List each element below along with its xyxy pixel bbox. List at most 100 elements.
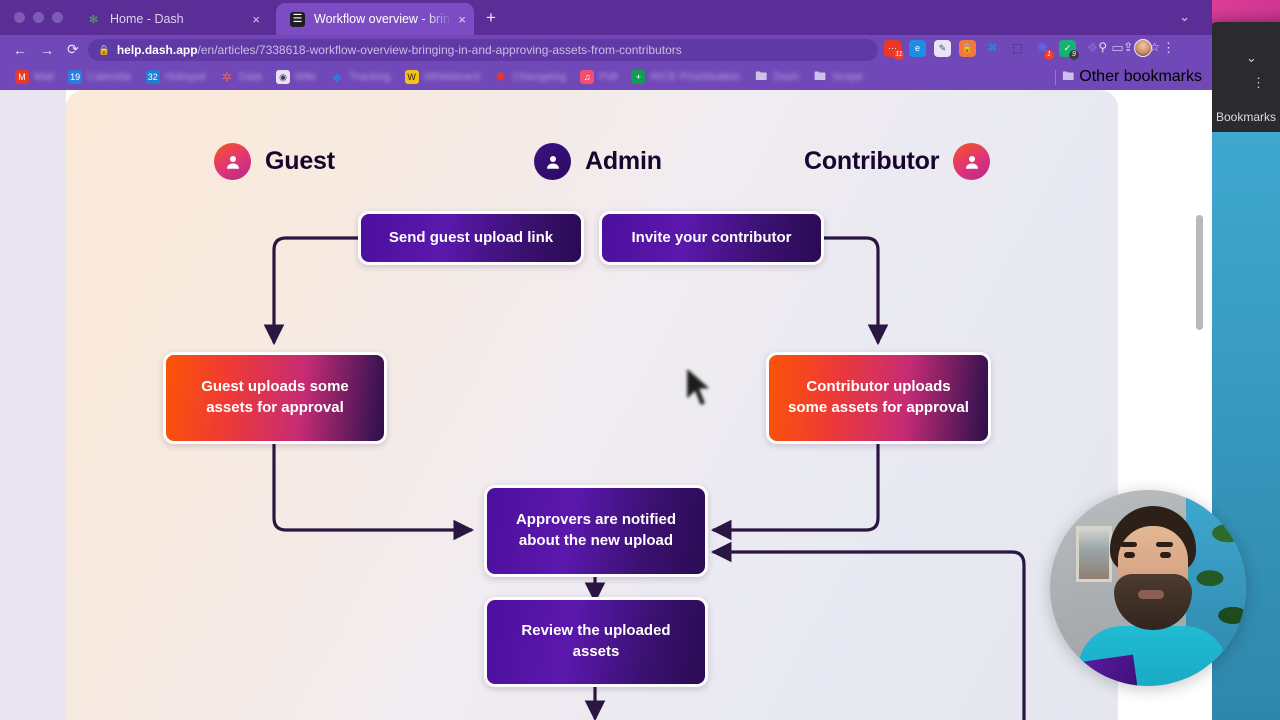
person-avatar-icon [534,143,571,180]
poll-icon: ♫ [580,70,595,84]
divider [1055,69,1057,85]
reload-icon[interactable]: ⟳ [67,41,79,58]
bookmark-item[interactable]: ◆ Tracking [325,68,396,86]
bookmark-item[interactable]: W Whiteboard [400,68,485,86]
window-controls[interactable] [14,12,63,23]
person-avatar-icon [953,143,991,180]
folder-icon: 🖿 [755,68,768,83]
minimize-window-button[interactable] [33,12,44,23]
workflow-diagram: Guest Admin Contributor Send guest uploa… [66,90,1118,720]
role-admin: Admin [534,143,662,180]
close-icon[interactable]: × [252,12,260,27]
chevron-down-icon[interactable]: ⌄ [1179,9,1190,25]
bookmark-label: Hubspot [164,71,206,83]
maximize-window-button[interactable] [52,12,63,23]
tab-strip: ✻ Home - Dash × ☰ Workflow overview - br… [0,0,1212,35]
folder-icon: 🖿 [1062,68,1075,83]
badge-count: 11 [894,49,904,60]
bookmark-item[interactable]: ◉ Wiki [271,68,321,86]
badge-count: 1 [1044,49,1054,60]
role-label: Guest [265,147,335,175]
role-label: Admin [585,147,662,175]
rice-prioritisation-icon: + [631,70,646,84]
bookmark-label: Wiki [295,71,316,83]
node-contributor-uploads-assets[interactable]: Contributor uploads some assets for appr… [766,352,991,444]
bookmark-item[interactable]: 32 Hubspot [141,68,211,86]
presenter-mouth [1138,590,1164,599]
bookmark-label: Changelog [512,71,567,83]
tab-workflow-overview[interactable]: ☰ Workflow overview - bringing i × [276,3,474,35]
node-label: Review the uploaded assets [521,622,671,660]
grammar-x-icon[interactable]: ✖ [984,40,1001,57]
side-panel-icon[interactable]: ▭ [1109,40,1126,57]
profile-avatar[interactable] [1134,39,1152,57]
address-bar[interactable]: 🔒 help.dash.app/en/articles/7338618-work… [88,39,878,61]
lock-icon: 🔒 [98,44,110,56]
bookmark-item[interactable]: + RICE Prioritisation [626,68,745,86]
node-guest-uploads-assets[interactable]: Guest uploads some assets for approval [163,352,387,444]
page-viewport: Guest Admin Contributor Send guest uploa… [0,90,1212,720]
close-window-button[interactable] [14,12,25,23]
bookmark-label: Calendar [87,71,132,83]
chevron-down-icon[interactable]: ⌄ [1246,50,1257,66]
grammarly-check-icon[interactable]: ✓ 9 [1059,39,1079,60]
folder-icon: 🖿 [813,68,826,83]
wiki-icon: ◉ [276,70,291,84]
background-bookmarks-label[interactable]: Bookmarks [1216,110,1276,124]
role-guest: Guest [214,143,335,180]
node-approvers-notified[interactable]: Approvers are notified about the new upl… [484,485,708,577]
close-icon[interactable]: × [458,12,466,27]
mail-icon: M [15,70,29,84]
bookmark-item[interactable]: ♫ Poll [575,68,622,86]
tracking-icon: ◆ [332,70,342,84]
edge-copilot-icon[interactable]: e [909,39,926,57]
bookmark-label: Poll [599,71,618,83]
node-label: Invite your contributor [631,228,792,246]
other-bookmarks[interactable]: 🖿 Other bookmarks [1049,67,1202,88]
password-lock-icon[interactable]: 🔒 [959,39,976,57]
bookmark-folder-scope[interactable]: 🖿 Scope [808,68,868,86]
extensions-puzzle-icon[interactable]: ❖ [1084,40,1101,57]
presenter-eye-right [1160,552,1171,558]
node-label: Contributor uploads some assets for appr… [788,378,969,416]
hubspot-icon: 32 [145,70,160,84]
bookmark-folder-dash[interactable]: 🖿 Dash [749,68,804,86]
url-host: help.dash.app [116,43,198,57]
new-tab-button[interactable]: + [486,9,496,27]
extensions-row: ··· 11 e ✎ 🔒 ✖ ⬚ ❋ 1 ✓ 9 ❖ ▭ ⋮ [884,39,1175,60]
bookmark-label: Dash [773,71,799,83]
forward-icon[interactable]: → [40,42,54,58]
screenshot-crop-icon[interactable]: ⬚ [1009,40,1026,57]
bookmark-item[interactable]: ✲ Data [215,68,267,86]
browser-menu-icon[interactable]: ⋮ [1162,41,1175,54]
kebab-menu-icon[interactable]: ⋮ [1252,76,1265,89]
badge-count: 9 [1069,49,1079,60]
role-contributor: Contributor [804,143,991,180]
role-label: Contributor [804,147,940,175]
bookmark-item[interactable]: 19 Calendar [63,68,137,86]
bookmark-label: Other bookmarks [1079,68,1202,85]
presenter-eye-left [1124,552,1135,558]
bookmark-item[interactable]: ✸ Changelog [489,68,571,86]
todoist-extension-icon[interactable]: ··· 11 [884,39,904,60]
article-illustration: Guest Admin Contributor Send guest uploa… [66,90,1118,720]
page-scrollbar-thumb[interactable] [1196,215,1203,330]
presenter-webcam[interactable] [1050,490,1246,686]
highlighter-pen-icon[interactable]: ✎ [934,39,951,57]
tab-title: Workflow overview - bringing i [314,12,450,26]
node-send-guest-upload-link[interactable]: Send guest upload link [358,211,584,265]
loom-record-icon[interactable]: ❋ 1 [1034,40,1054,60]
bookmark-label: Tracking [348,71,391,83]
node-label: Send guest upload link [388,228,554,246]
bookmark-label: RICE Prioritisation [650,71,741,83]
tab-home-dash[interactable]: ✻ Home - Dash × [72,3,268,35]
node-invite-your-contributor[interactable]: Invite your contributor [599,211,824,265]
bookmark-label: Data [238,71,263,83]
browser-window: ✻ Home - Dash × ☰ Workflow overview - br… [0,0,1212,720]
bookmark-label: Mail [34,71,55,83]
bookmark-label: Scope [831,71,864,83]
bookmark-item[interactable]: M Mail [10,68,59,86]
data-icon: ✲ [221,70,232,84]
node-review-uploaded-assets[interactable]: Review the uploaded assets [484,597,708,687]
back-icon[interactable]: ← [13,42,27,58]
